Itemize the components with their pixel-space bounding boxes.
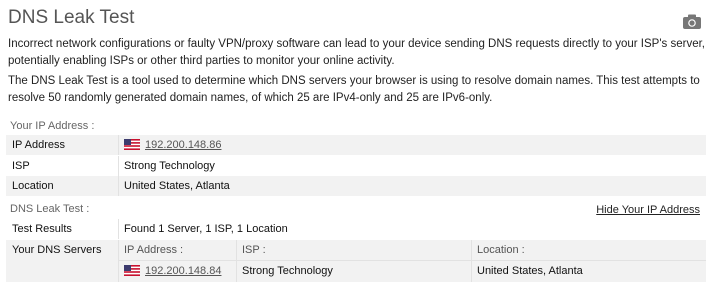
us-flag-icon	[124, 265, 140, 276]
dns-server-isp: Strong Technology	[242, 265, 333, 277]
hide-ip-link[interactable]: Hide Your IP Address	[596, 204, 700, 216]
dns-server-ip-link[interactable]: 192.200.148.84	[145, 265, 221, 277]
us-flag-icon	[124, 139, 140, 150]
ip-address-row: IP Address 192.200.148.86	[6, 135, 706, 155]
location-value: United States, Atlanta	[124, 180, 230, 192]
ip-address-link[interactable]: 192.200.148.86	[145, 139, 221, 151]
intro-paragraph-1: Incorrect network configurations or faul…	[8, 38, 705, 67]
intro-paragraph-2: The DNS Leak Test is a tool used to dete…	[8, 75, 700, 104]
camera-icon[interactable]	[683, 14, 701, 29]
dns-server-location: United States, Atlanta	[477, 265, 583, 277]
col-header-ip: IP Address :	[124, 244, 184, 256]
test-results-row: Test Results Found 1 Server, 1 ISP, 1 Lo…	[6, 219, 706, 239]
dns-server-ip: 192.200.148.84	[124, 265, 221, 277]
isp-value: Strong Technology	[124, 160, 215, 172]
dns-servers-label: Your DNS Servers	[12, 244, 102, 256]
ip-section-label: Your IP Address :	[10, 120, 95, 132]
col-header-location: Location :	[477, 244, 525, 256]
col-header-isp: ISP :	[242, 244, 266, 256]
test-results-label: Test Results	[12, 223, 72, 235]
page-title: DNS Leak Test	[8, 7, 135, 28]
location-row: Location United States, Atlanta	[6, 176, 706, 196]
dns-section-label: DNS Leak Test :	[10, 203, 90, 215]
location-label: Location	[12, 180, 54, 192]
ip-address-label: IP Address	[12, 139, 65, 151]
test-results-value: Found 1 Server, 1 ISP, 1 Location	[124, 223, 288, 235]
isp-label: ISP	[12, 160, 30, 172]
dns-servers-block: Your DNS Servers IP Address : ISP : Loca…	[6, 240, 706, 282]
ip-address-value: 192.200.148.86	[124, 139, 221, 151]
isp-row: ISP Strong Technology	[6, 156, 706, 176]
